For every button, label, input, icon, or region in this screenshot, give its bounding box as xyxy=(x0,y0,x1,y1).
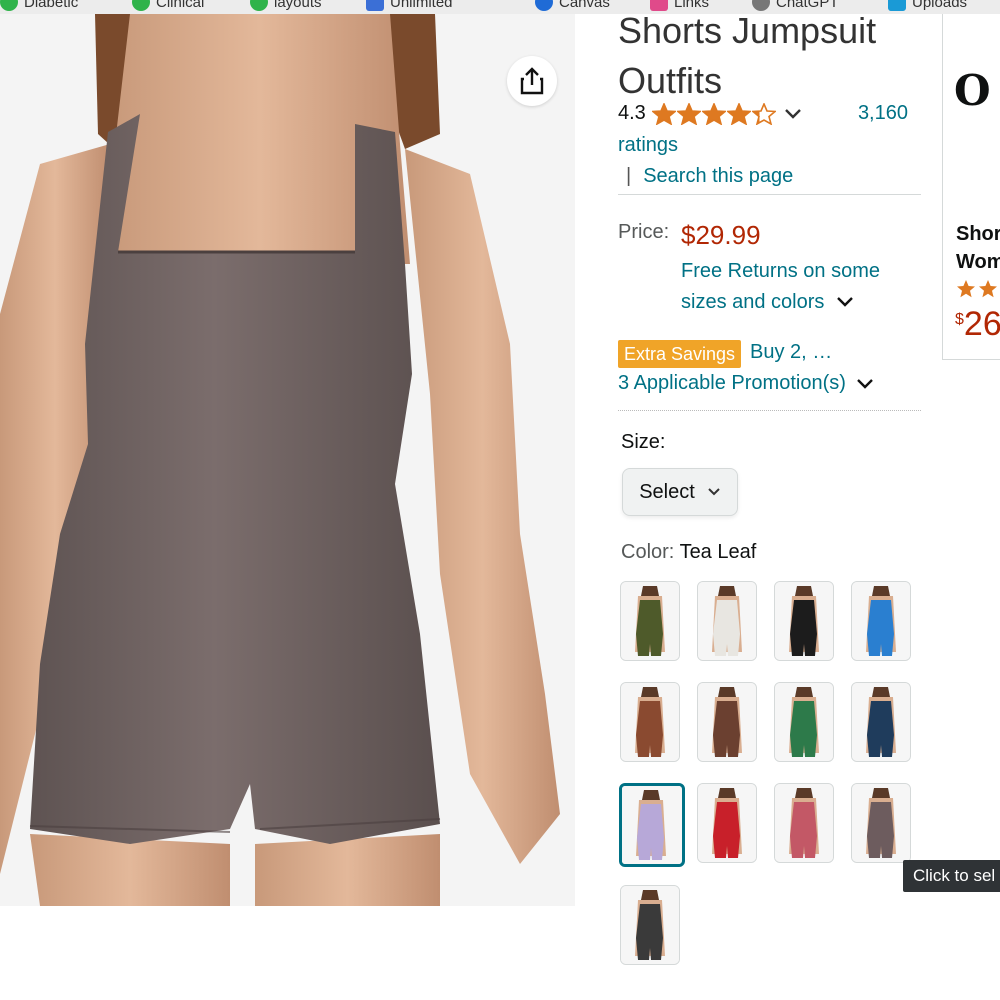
chevron-down-icon xyxy=(708,488,720,496)
bookmark-icon xyxy=(132,0,150,11)
color-swatch[interactable] xyxy=(851,783,911,863)
search-this-page-label[interactable]: Search this page xyxy=(643,165,793,187)
color-swatch[interactable] xyxy=(851,581,911,661)
star-icon xyxy=(651,102,676,125)
color-swatch[interactable] xyxy=(851,682,911,762)
star-icon xyxy=(726,102,751,125)
separator: | xyxy=(626,165,632,187)
color-swatch[interactable] xyxy=(697,783,757,863)
swatch-thumbnail xyxy=(621,886,679,964)
bookmark-icon xyxy=(0,0,18,11)
divider xyxy=(618,194,921,195)
swatch-thumbnail xyxy=(852,784,910,862)
price-currency: $ xyxy=(955,311,964,328)
share-icon xyxy=(520,67,544,95)
promo-text[interactable]: Buy 2, … xyxy=(750,341,832,364)
star-icon xyxy=(701,102,726,125)
star-rating[interactable] xyxy=(651,102,776,125)
price-amount: 26 xyxy=(963,305,1000,343)
product-title-line: Shorts Jumpsuit xyxy=(618,10,877,51)
sponsored-price: $26 xyxy=(955,305,1000,344)
sponsored-title-line[interactable]: Wom xyxy=(956,251,1000,274)
size-label: Size: xyxy=(621,431,666,453)
bookmark-icon xyxy=(366,0,384,11)
product-photo-illustration xyxy=(0,14,575,906)
price-label: Price: xyxy=(618,221,670,243)
sponsored-star-rating xyxy=(956,279,1000,304)
share-button[interactable] xyxy=(507,56,557,106)
swatch-thumbnail xyxy=(775,582,833,660)
chevron-down-icon[interactable] xyxy=(836,296,854,308)
swatch-thumbnail xyxy=(775,784,833,862)
swatch-thumbnail xyxy=(698,784,756,862)
swatch-thumbnail xyxy=(852,683,910,761)
brand-logo: O xyxy=(954,66,991,115)
product-title: Shorts Jumpsuit Outfits xyxy=(618,6,938,106)
applicable-promotions-link[interactable]: 3 Applicable Promotion(s) xyxy=(618,372,874,395)
color-swatch[interactable] xyxy=(774,783,834,863)
stars-icon xyxy=(957,280,997,298)
color-swatch[interactable] xyxy=(619,783,685,867)
bookmark-item[interactable]: Canvas xyxy=(535,0,610,14)
swatch-thumbnail xyxy=(698,683,756,761)
product-main-image[interactable] xyxy=(0,14,575,906)
color-swatch[interactable] xyxy=(620,885,680,965)
bookmark-item[interactable]: Clinical xyxy=(132,0,204,14)
bookmark-icon xyxy=(250,0,268,11)
color-swatch[interactable] xyxy=(620,581,680,661)
bookmark-item[interactable]: layouts xyxy=(250,0,322,14)
tooltip: Click to sel xyxy=(903,860,1000,892)
swatch-thumbnail xyxy=(698,582,756,660)
swatch-thumbnail xyxy=(621,582,679,660)
bookmark-item[interactable]: Unlimited xyxy=(366,0,453,14)
color-swatch[interactable] xyxy=(697,682,757,762)
color-swatch[interactable] xyxy=(620,682,680,762)
size-dropdown[interactable]: Select xyxy=(622,468,738,516)
free-returns-link[interactable]: Free Returns on some sizes and colors xyxy=(681,256,921,318)
price-value: $29.99 xyxy=(681,220,761,250)
rating-summary: 4.3 3,160 xyxy=(618,102,908,125)
sponsored-title-line[interactable]: Shor xyxy=(956,223,1000,246)
color-swatch[interactable] xyxy=(697,581,757,661)
swatch-thumbnail xyxy=(775,683,833,761)
bookmark-icon xyxy=(535,0,553,11)
chevron-down-icon[interactable] xyxy=(856,378,874,390)
color-label-key: Color: xyxy=(621,541,675,563)
ratings-count-link[interactable]: 3,160 xyxy=(858,102,908,125)
ratings-link-text[interactable]: ratings xyxy=(618,134,678,157)
applicable-promotions-label[interactable]: 3 Applicable Promotion(s) xyxy=(618,372,846,395)
color-label-value: Tea Leaf xyxy=(679,541,757,563)
product-title-line: Outfits xyxy=(618,60,723,101)
star-icon xyxy=(676,102,701,125)
extra-savings-badge: Extra Savings xyxy=(618,340,742,368)
swatch-thumbnail xyxy=(622,786,680,864)
size-dropdown-value: Select xyxy=(639,480,695,503)
search-this-page-link[interactable]: | Search this page xyxy=(626,165,793,188)
chevron-down-icon[interactable] xyxy=(784,108,802,120)
bookmark-item[interactable]: Diabetic xyxy=(0,0,78,14)
swatch-thumbnail xyxy=(621,683,679,761)
color-swatch[interactable] xyxy=(774,682,834,762)
swatch-thumbnail xyxy=(852,582,910,660)
divider xyxy=(618,410,921,411)
rating-value: 4.3 xyxy=(618,102,646,124)
star-icon xyxy=(751,102,776,125)
color-swatch[interactable] xyxy=(774,581,834,661)
color-label: Color: Tea Leaf xyxy=(621,541,756,564)
